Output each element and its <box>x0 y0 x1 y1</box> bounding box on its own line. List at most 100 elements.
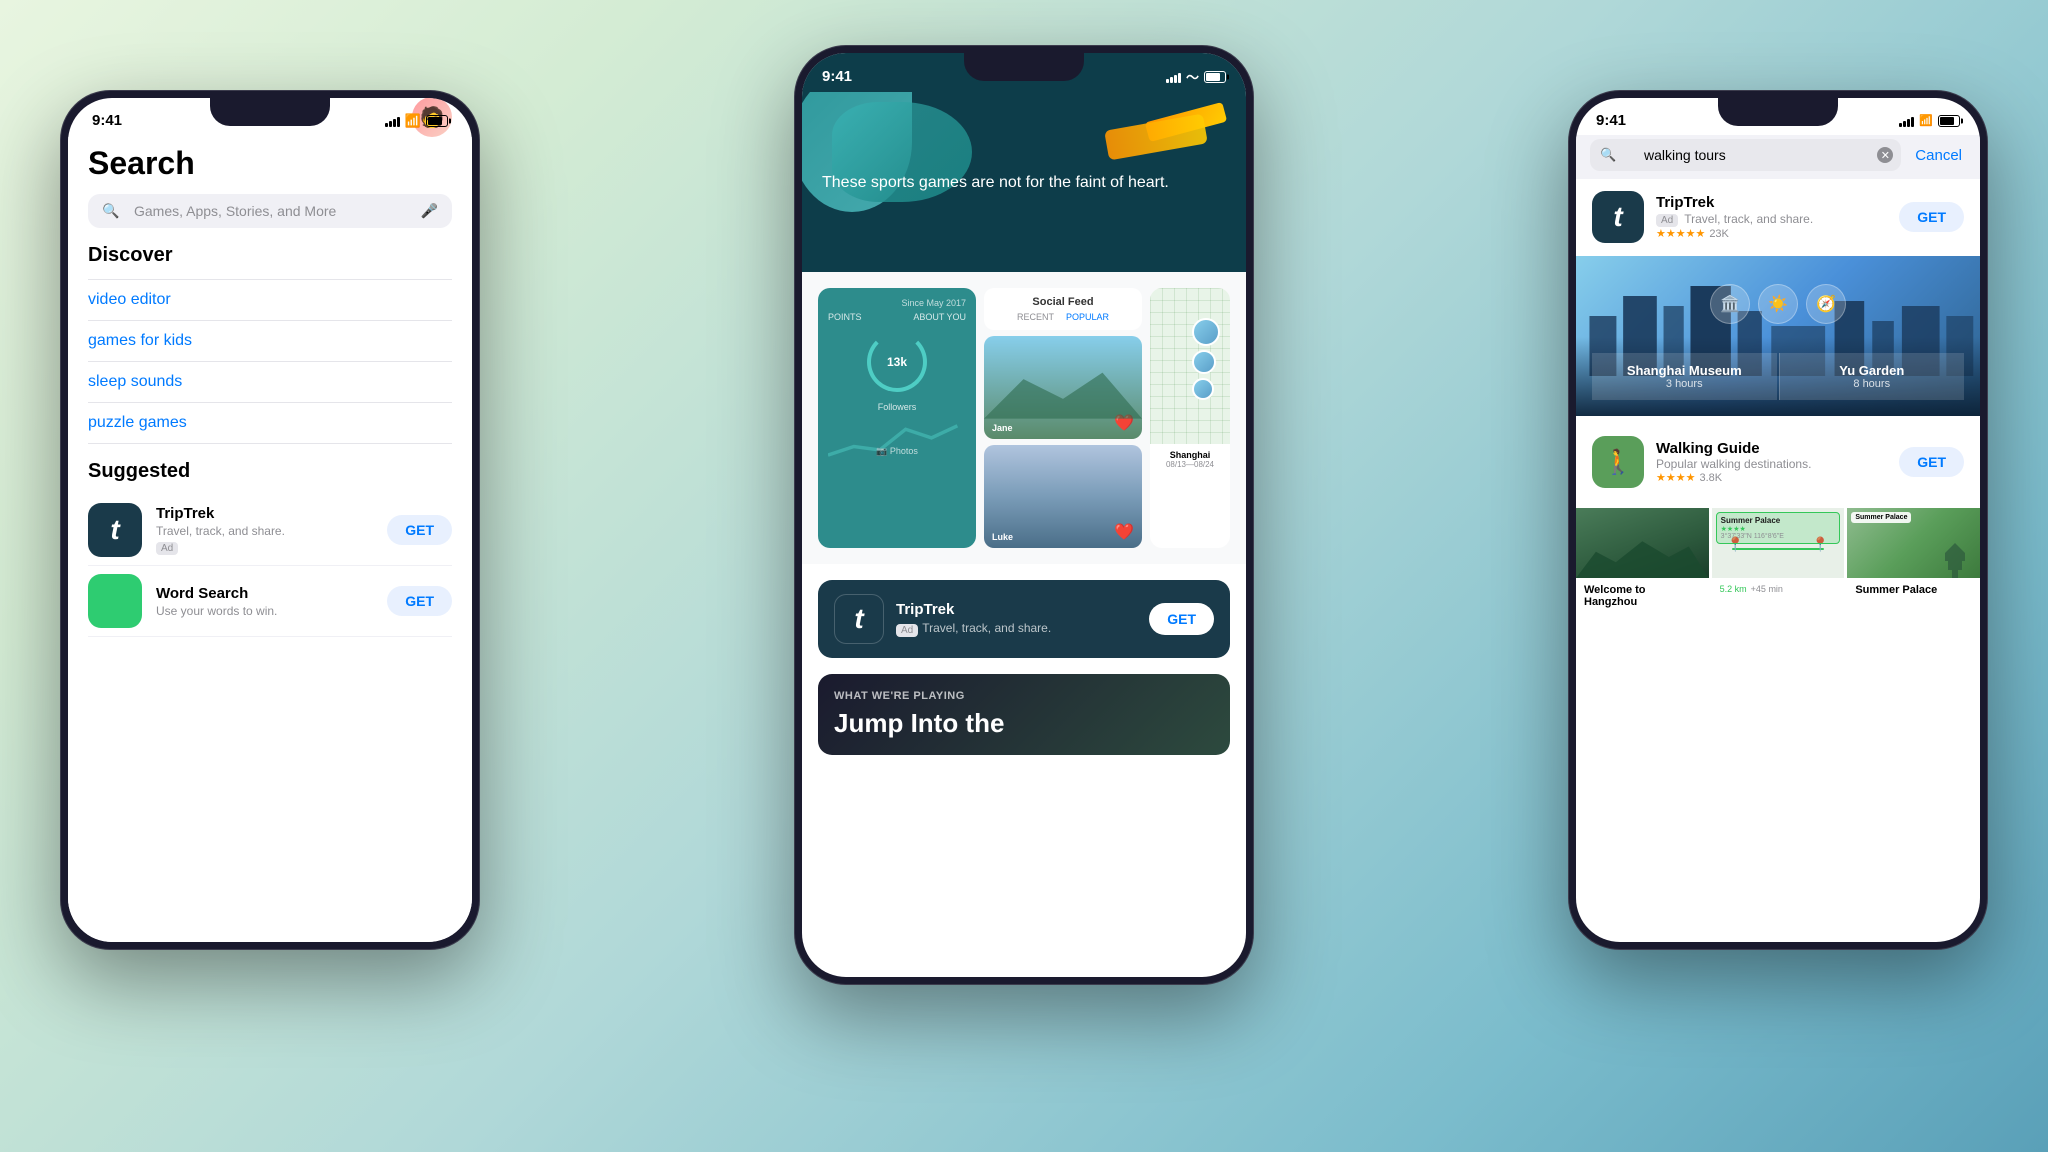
discover-item-1[interactable]: video editor <box>88 280 452 321</box>
search-bar[interactable]: 🔍 Games, Apps, Stories, and More 🎤 <box>88 194 452 228</box>
social-feed-card: Social Feed RECENT POPULAR <box>984 288 1142 330</box>
result-triptrek-meta: Ad Travel, track, and share. <box>1656 211 1887 227</box>
feature-location-icons: 🏛️ ☀️ 🧭 <box>1576 276 1980 332</box>
map-header-badge: Summer Palace ★★★★ 3°37'33"N 116°8'6"E <box>1716 512 1841 544</box>
search-screen: 🧑 Search 🔍 Games, Apps, Stories, and Mor… <box>68 137 472 942</box>
hangzhou-title: Welcome to Hangzhou <box>1584 584 1701 608</box>
left-time: 9:41 <box>92 112 122 129</box>
summer-palace-card-title-map: Summer Palace <box>1721 516 1836 525</box>
wordsearch-get-button[interactable]: GET <box>387 586 452 616</box>
result-triptrek-rating: ★★★★★ 23K <box>1656 227 1887 240</box>
feed-tabs: RECENT POPULAR <box>992 312 1134 322</box>
summer-palace-satellite: Summer Palace <box>1847 508 1980 578</box>
triptrek-logo: t <box>110 514 119 546</box>
sports-banner-description: These sports games are not for the faint… <box>822 172 1226 194</box>
guide-icon: 🧭 <box>1816 294 1836 314</box>
social-feed-title: Social Feed <box>992 296 1134 308</box>
triptrek-get-button[interactable]: GET <box>387 515 452 545</box>
sp-time: +45 min <box>1751 584 1783 594</box>
right-status-icons: 📶 <box>1899 114 1960 127</box>
r-signal-bar-1 <box>1899 123 1902 127</box>
shanghai-museum-name: Shanghai Museum <box>1608 363 1761 378</box>
triptrek-icon: t <box>88 503 142 557</box>
followers-label: Followers <box>828 402 966 412</box>
heart-icon-2[interactable]: ❤️ <box>1114 522 1134 542</box>
museum-icon: 🏛️ <box>1720 294 1740 314</box>
showcase-grid: Since May 2017 POINTS ABOUT YOU 13k Foll… <box>818 288 1230 548</box>
sp-stats: 5.2 km +45 min <box>1720 584 1837 594</box>
discover-item-4[interactable]: puzzle games <box>88 403 452 444</box>
search-input-box[interactable]: 🔍 walking tours ✕ <box>1590 139 1901 171</box>
walking-guide-name: Walking Guide <box>1656 440 1887 457</box>
clear-search-button[interactable]: ✕ <box>1877 147 1893 163</box>
triptrek-stars: ★★★★★ <box>1656 227 1705 240</box>
result-walking-guide: 🚶 Walking Guide Popular walking destinat… <box>1576 424 1980 500</box>
right-battery <box>1938 115 1960 127</box>
discover-item-2[interactable]: games for kids <box>88 321 452 362</box>
triptrek-review-count: 23K <box>1709 228 1729 240</box>
city-overlay: Shanghai Museum 3 hours Yu Garden 8 hour… <box>1576 337 1980 416</box>
bar-chart-icon <box>88 582 142 620</box>
summer-palace-map: Summer Palace ★★★★ 3°37'33"N 116°8'6"E 📍… <box>1712 508 1845 578</box>
discover-item-3[interactable]: sleep sounds <box>88 362 452 403</box>
search-query-text: walking tours <box>1644 147 1726 163</box>
showcase-middle-panel: Social Feed RECENT POPULAR Jane ❤️ <box>984 288 1142 548</box>
walking-guide-icon: 🚶 <box>1592 436 1644 488</box>
map-dot-1 <box>1192 318 1220 346</box>
wordsearch-info: Word Search Use your words to win. <box>156 585 373 618</box>
center-phone: 9:41 〜 These sports games are not f <box>794 45 1254 985</box>
map-view <box>1150 288 1230 444</box>
result-triptrek-info: TripTrek Ad Travel, track, and share. ★★… <box>1656 194 1887 240</box>
center-phone-notch <box>964 53 1084 81</box>
hangzhou-card[interactable]: Welcome to Hangzhou <box>1576 508 1709 614</box>
summer-palace-satellite-content: Summer Palace <box>1847 578 1980 602</box>
result-triptrek-name: TripTrek <box>1656 194 1887 211</box>
popular-tab[interactable]: POPULAR <box>1066 312 1109 322</box>
right-phone-screen: 9:41 📶 🔍 walking tours <box>1576 98 1980 942</box>
suggested-app-2: Word Search Use your words to win. GET <box>88 566 452 637</box>
shanghai-museum-hours: 3 hours <box>1608 378 1761 390</box>
hangzhou-card-image <box>1576 508 1709 578</box>
triptrek-ad-get-button[interactable]: GET <box>1149 603 1214 635</box>
summer-palace-satellite-card[interactable]: Summer Palace Summer Palace <box>1847 508 1980 614</box>
showcase-map-panel: Shanghai 08/13—08/24 <box>1150 288 1230 548</box>
wifi-icon: 📶 <box>405 113 421 129</box>
search-bar-container[interactable]: 🔍 Games, Apps, Stories, and More 🎤 <box>68 194 472 244</box>
right-phone-notch <box>1718 98 1838 126</box>
mic-icon[interactable]: 🎤 <box>421 203 438 220</box>
result-triptrek-get[interactable]: GET <box>1899 202 1964 232</box>
triptrek-ad-app-icon: t <box>834 594 884 644</box>
right-time: 9:41 <box>1596 112 1626 129</box>
showcase-stats-header: Since May 2017 POINTS ABOUT YOU 13k Foll… <box>818 288 976 467</box>
triptrek-ad-name: TripTrek <box>896 601 1137 618</box>
yu-garden-hours: 8 hours <box>1796 378 1949 390</box>
result-triptrek-logo: t <box>1613 201 1622 233</box>
yu-garden-btn[interactable]: Yu Garden 8 hours <box>1779 353 1965 400</box>
recent-tab[interactable]: RECENT <box>1017 312 1054 322</box>
person-photo-card: Luke ❤️ <box>984 445 1142 548</box>
shanghai-label: Shanghai 08/13—08/24 <box>1150 444 1230 475</box>
signal-bar-3 <box>393 119 396 127</box>
triptrek-ad-logo: t <box>854 603 863 635</box>
center-signal <box>1166 71 1181 83</box>
points-tab[interactable]: POINTS <box>828 312 862 322</box>
walking-guide-desc: Popular walking destinations. <box>1656 457 1887 471</box>
followers-count: 13k <box>887 355 907 369</box>
c-signal-bar-2 <box>1170 77 1173 83</box>
stats-tabs: POINTS ABOUT YOU <box>828 312 966 322</box>
walking-guide-get[interactable]: GET <box>1899 447 1964 477</box>
signal-bar-4 <box>397 117 400 127</box>
summer-palace-map-content: 5.2 km +45 min <box>1712 578 1845 600</box>
shanghai-city: Shanghai <box>1154 450 1226 460</box>
signal-bar-1 <box>385 123 388 127</box>
loc-icon-1: 🏛️ <box>1710 284 1750 324</box>
result-triptrek-icon: t <box>1592 191 1644 243</box>
cancel-button[interactable]: Cancel <box>1911 147 1966 164</box>
summer-palace-map-card[interactable]: Summer Palace ★★★★ 3°37'33"N 116°8'6"E 📍… <box>1712 508 1845 614</box>
search-input-wrapper[interactable]: 🔍 walking tours ✕ <box>1590 139 1901 171</box>
r-signal-bar-2 <box>1903 121 1906 127</box>
r-signal-bar-3 <box>1907 119 1910 127</box>
what-playing-banner: WHAT WE'RE PLAYING Jump Into the <box>818 674 1230 755</box>
about-tab[interactable]: ABOUT YOU <box>913 312 966 322</box>
shanghai-museum-btn[interactable]: Shanghai Museum 3 hours <box>1592 353 1777 400</box>
